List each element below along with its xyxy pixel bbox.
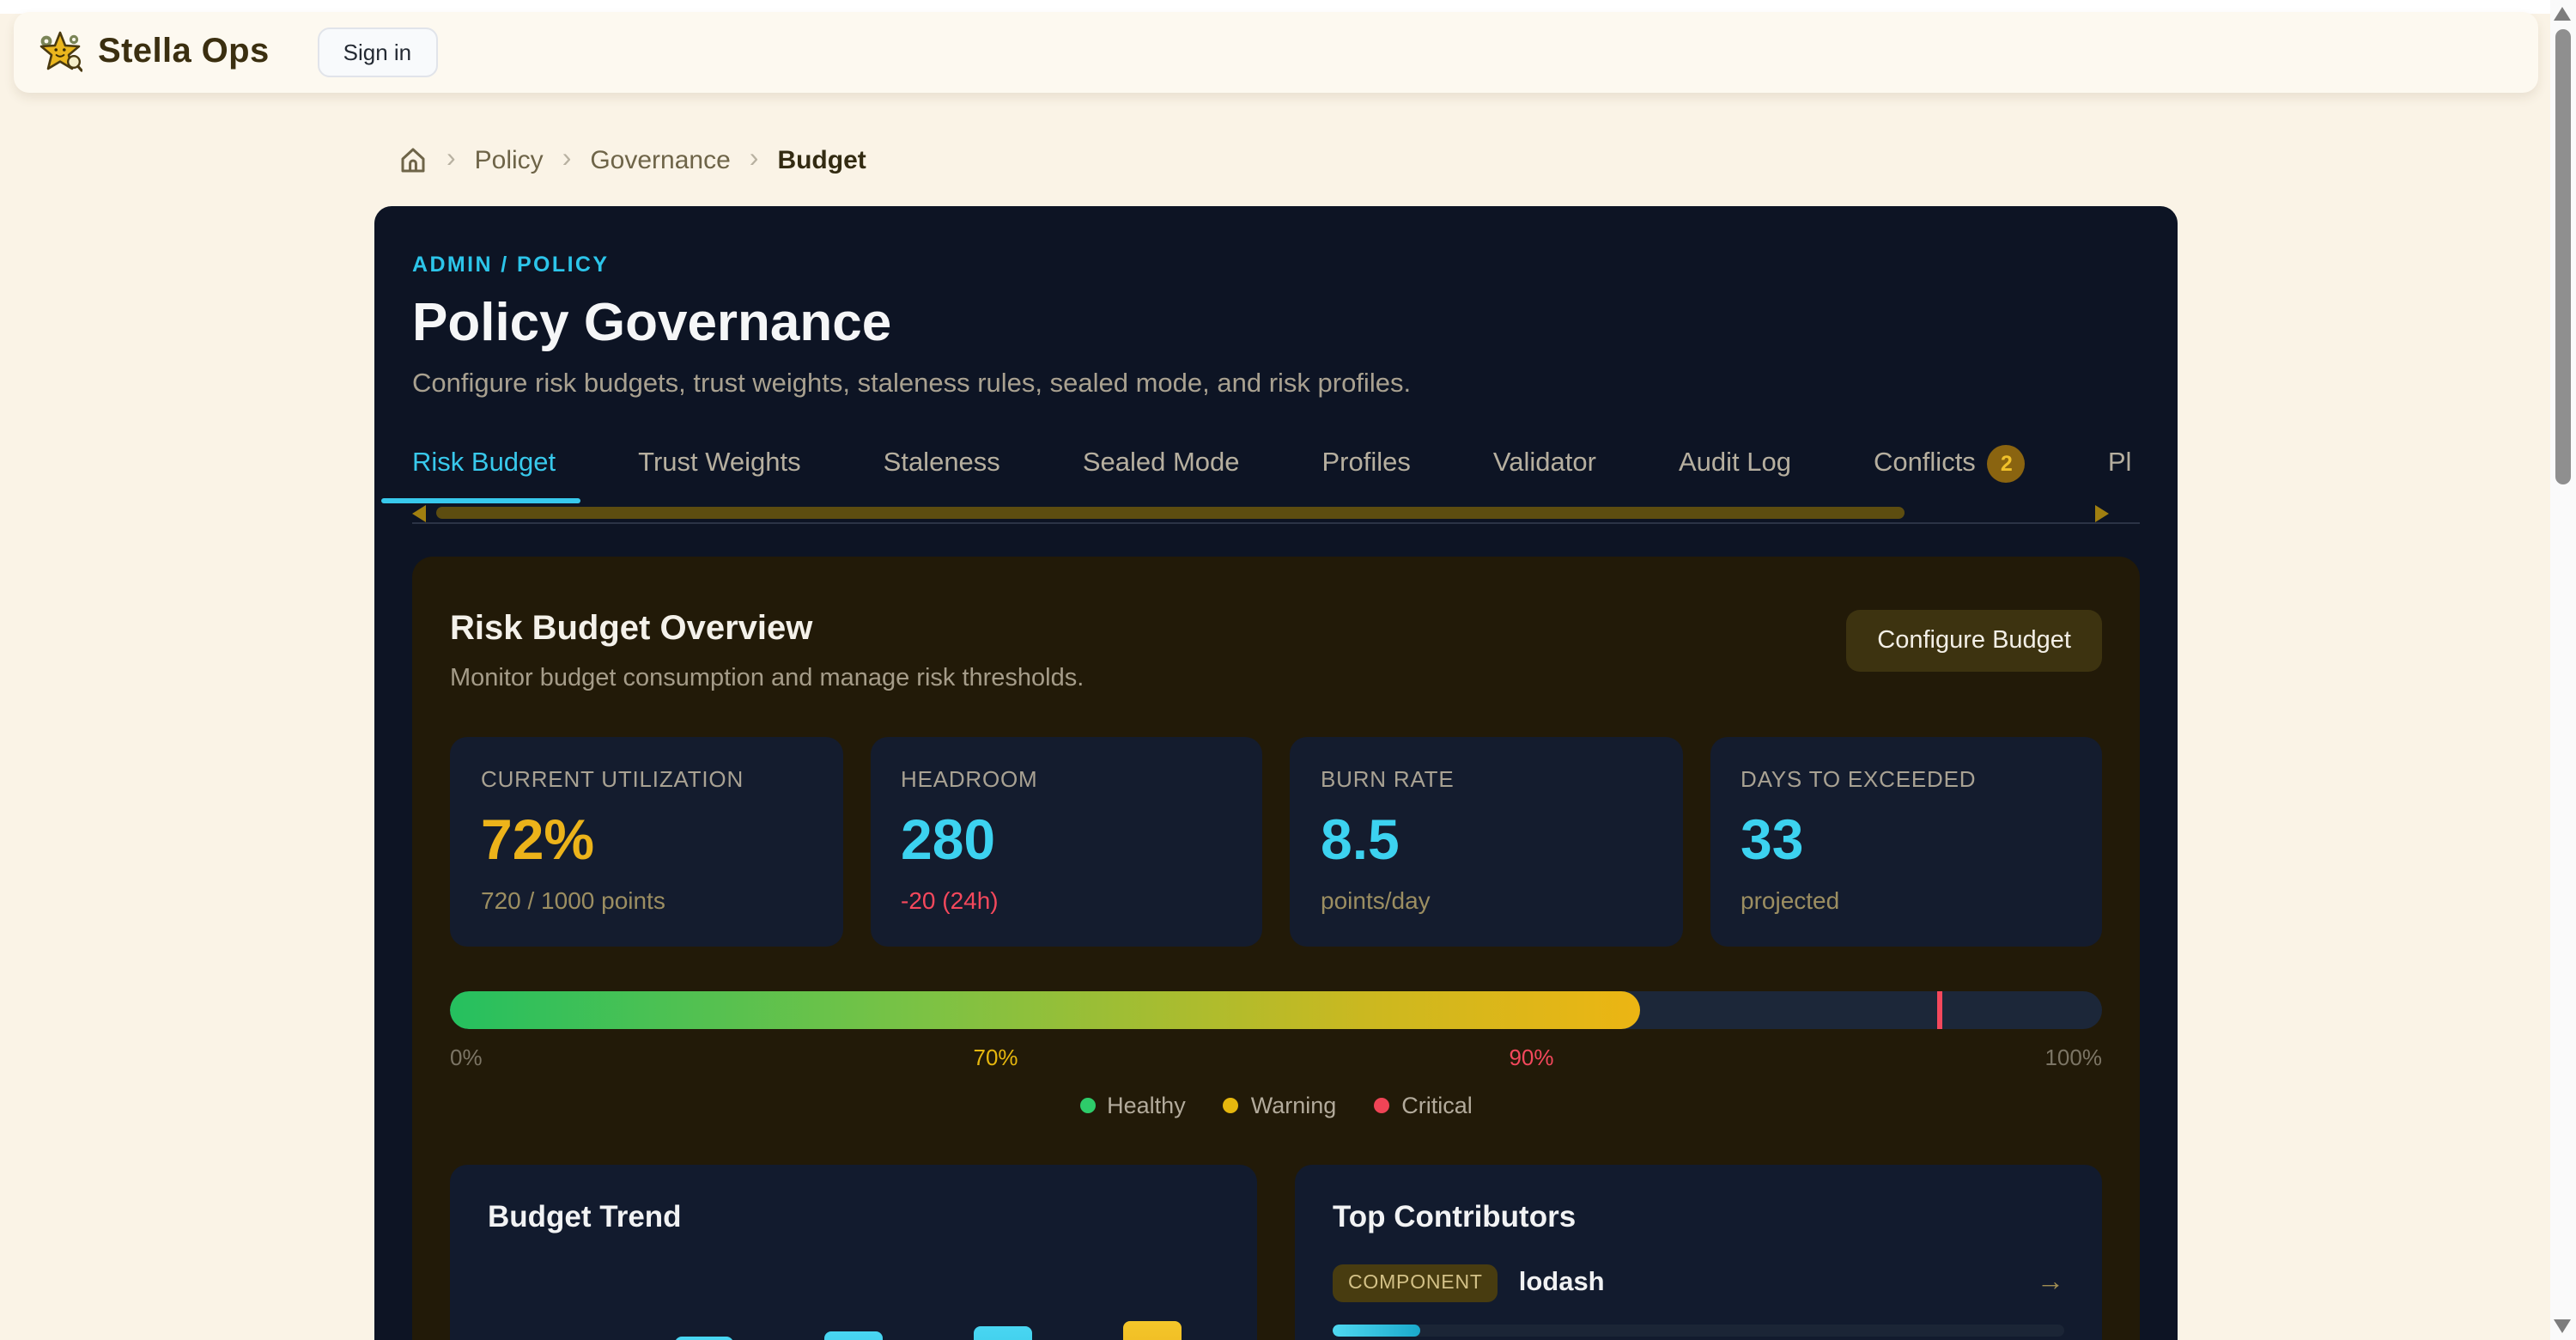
contributor-row: COMPONENT lodash → 120 pts (12.0%) +0 (2…: [1333, 1235, 2064, 1340]
page-title: Policy Governance: [412, 292, 2140, 354]
contributor-bar-fill: [1333, 1325, 1420, 1337]
stat-sub: 720 / 1000 points: [481, 886, 811, 914]
brand-name: Stella Ops: [98, 33, 270, 72]
arrow-right-icon[interactable]: →: [2037, 1268, 2064, 1299]
stat-burn-rate: BURN RATE 8.5 points/day: [1290, 737, 1682, 947]
range-label-0: 0%: [450, 1045, 483, 1070]
chevron-right-icon: ›: [447, 144, 456, 175]
stat-value: 280: [901, 807, 1231, 873]
brand[interactable]: Stella Ops: [38, 30, 270, 75]
range-label-100: 100%: [2044, 1045, 2102, 1070]
overview-subtitle: Monitor budget consumption and manage ri…: [450, 665, 1084, 692]
stat-sub: projected: [1741, 886, 2071, 914]
tab-truncated[interactable]: Pl: [2108, 445, 2132, 503]
critical-threshold-marker: [1937, 991, 1942, 1029]
home-icon[interactable]: [398, 145, 428, 174]
top-contributors-title: Top Contributors: [1333, 1199, 2064, 1235]
tab-validator[interactable]: Validator: [1493, 445, 1596, 503]
tab-scrollbar-track: [412, 522, 2140, 524]
budget-trend-title: Budget Trend: [488, 1199, 1219, 1235]
trend-bar[interactable]: [675, 1337, 733, 1340]
breadcrumb: › Policy › Governance › Budget: [398, 144, 866, 175]
top-contributors-card: Top Contributors COMPONENT lodash → 120 …: [1295, 1165, 2102, 1340]
configure-budget-button[interactable]: Configure Budget: [1846, 610, 2102, 672]
tab-scroll-left-icon[interactable]: [412, 505, 426, 522]
tab-conflicts-label: Conflicts: [1874, 448, 1976, 479]
breadcrumb-policy[interactable]: Policy: [475, 145, 544, 174]
stat-current-utilization: CURRENT UTILIZATION 72% 720 / 1000 point…: [450, 737, 842, 947]
chevron-right-icon: ›: [750, 144, 759, 175]
range-label-90: 90%: [1509, 1045, 1553, 1070]
stat-value: 33: [1741, 807, 2071, 873]
budget-trend-card: Budget Trend 12/1 12/8: [450, 1165, 1257, 1340]
policy-governance-panel: ADMIN / POLICY Policy Governance Configu…: [374, 206, 2178, 1340]
tab-sealed-mode[interactable]: Sealed Mode: [1083, 445, 1240, 503]
budget-range-labels: 0% 70% 90% 100%: [450, 1045, 2102, 1070]
budget-utilization-bar: [450, 991, 2102, 1029]
stat-sub: points/day: [1321, 886, 1651, 914]
stat-value: 8.5: [1321, 807, 1651, 873]
contributor-name: lodash: [1519, 1268, 1605, 1299]
chevron-right-icon: ›: [562, 144, 572, 175]
tab-scrollbar-thumb[interactable]: [436, 507, 1905, 519]
trend-bar-group: 12/22: [974, 1326, 1032, 1340]
contributor-type-badge: COMPONENT: [1333, 1264, 1498, 1302]
legend-label: Warning: [1251, 1093, 1337, 1118]
stat-headroom: HEADROOM 280 -20 (24h): [870, 737, 1262, 947]
legend-label: Critical: [1401, 1093, 1473, 1118]
stat-sub: -20 (24h): [901, 886, 1231, 914]
warning-dot-icon: [1224, 1098, 1239, 1113]
trend-bar-group: 12/29: [1123, 1321, 1182, 1340]
tab-scrollbar: [412, 507, 2140, 527]
tab-risk-budget[interactable]: Risk Budget: [412, 445, 556, 503]
breadcrumb-governance[interactable]: Governance: [590, 145, 730, 174]
legend-critical: Critical: [1374, 1093, 1473, 1118]
contributor-bar: [1333, 1325, 2064, 1337]
section-eyebrow: ADMIN / POLICY: [412, 253, 2140, 277]
stats-row: CURRENT UTILIZATION 72% 720 / 1000 point…: [450, 737, 2102, 947]
stat-label: HEADROOM: [901, 766, 1231, 792]
stat-label: DAYS TO EXCEEDED: [1741, 766, 2071, 792]
overview-title: Risk Budget Overview: [450, 610, 1084, 649]
legend-healthy: Healthy: [1079, 1093, 1186, 1118]
healthy-dot-icon: [1079, 1098, 1095, 1113]
sign-in-button[interactable]: Sign in: [318, 27, 438, 77]
legend-label: Healthy: [1107, 1093, 1186, 1118]
legend-warning: Warning: [1224, 1093, 1337, 1118]
stat-days-to-exceeded: DAYS TO EXCEEDED 33 projected: [1710, 737, 2102, 947]
tab-staleness[interactable]: Staleness: [884, 445, 1000, 503]
trend-bar-group: 12/8: [675, 1337, 733, 1340]
scroll-down-icon[interactable]: [2554, 1319, 2571, 1333]
trend-bar[interactable]: [974, 1326, 1032, 1340]
range-label-70: 70%: [974, 1045, 1018, 1070]
page: Stella Ops Sign in › Policy › Governance…: [0, 0, 2576, 1340]
stat-label: CURRENT UTILIZATION: [481, 766, 811, 792]
budget-legend: Healthy Warning Critical: [450, 1093, 2102, 1118]
critical-dot-icon: [1374, 1098, 1389, 1113]
risk-budget-overview-card: Risk Budget Overview Monitor budget cons…: [412, 557, 2140, 1340]
breadcrumb-current: Budget: [777, 145, 866, 174]
browser-scrollbar[interactable]: [2550, 0, 2576, 1340]
tab-scroll-right-icon[interactable]: [2095, 505, 2109, 522]
scrollbar-thumb[interactable]: [2555, 29, 2571, 484]
scroll-up-icon[interactable]: [2554, 7, 2571, 21]
page-subtitle: Configure risk budgets, trust weights, s…: [412, 369, 2140, 400]
conflicts-count-badge: 2: [1988, 445, 2026, 483]
topbar: Stella Ops Sign in: [14, 12, 2538, 93]
tab-audit-log[interactable]: Audit Log: [1679, 445, 1791, 503]
tab-trust-weights[interactable]: Trust Weights: [638, 445, 801, 503]
stat-value: 72%: [481, 807, 811, 873]
stat-label: BURN RATE: [1321, 766, 1651, 792]
trend-bar[interactable]: [1123, 1321, 1182, 1340]
budget-utilization-fill: [450, 991, 1639, 1029]
budget-trend-chart: 12/1 12/8 12/15: [488, 1282, 1219, 1340]
tab-profiles[interactable]: Profiles: [1322, 445, 1411, 503]
tab-conflicts[interactable]: Conflicts 2: [1874, 445, 2026, 503]
stella-ops-logo-icon: [38, 30, 82, 75]
tab-bar: Risk Budget Trust Weights Staleness Seal…: [412, 445, 2140, 503]
